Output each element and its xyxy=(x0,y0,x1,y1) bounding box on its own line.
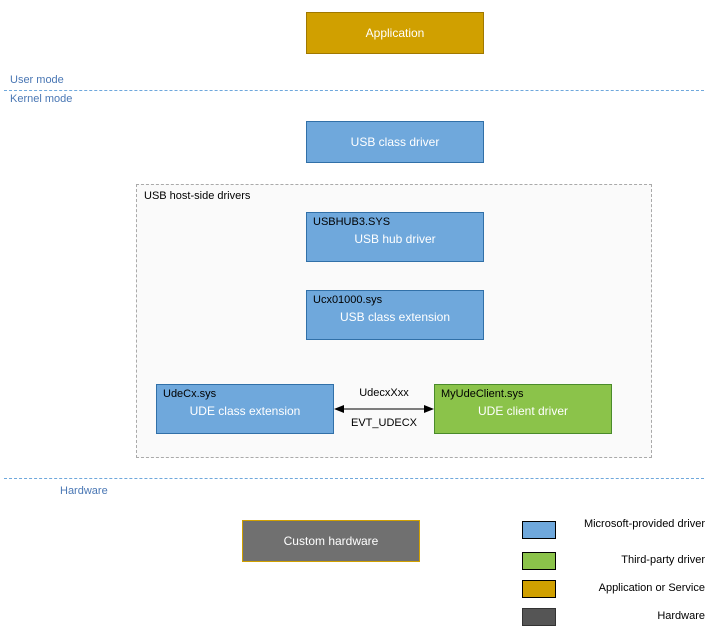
legend-hw-swatch xyxy=(522,608,556,626)
usbhub3-title: USBHUB3.SYS xyxy=(307,213,483,228)
usb-host-side-drivers-title: USB host-side drivers xyxy=(144,190,250,202)
ucx-label: USB class extension xyxy=(307,306,483,324)
ude-client-label: UDE client driver xyxy=(435,400,611,418)
legend-ms-swatch xyxy=(522,521,556,539)
arrow-bottom-label: EVT_UDECX xyxy=(334,417,434,429)
application-box: Application xyxy=(306,12,484,54)
udecx-title: UdeCx.sys xyxy=(157,385,333,400)
custom-hardware-label: Custom hardware xyxy=(243,534,419,548)
udecx-label: UDE class extension xyxy=(157,400,333,418)
kernel-mode-label: Kernel mode xyxy=(10,93,72,105)
mode-divider-line xyxy=(4,90,704,91)
usbhub3-label: USB hub driver xyxy=(307,228,483,246)
legend-tp-swatch xyxy=(522,552,556,570)
arrow-top-label: UdecxXxx xyxy=(334,387,434,399)
legend-hw-text: Hardware xyxy=(555,610,705,622)
ucx-title: Ucx01000.sys xyxy=(307,291,483,306)
custom-hardware-box: Custom hardware xyxy=(242,520,420,562)
legend-tp-text: Third-party driver xyxy=(555,554,705,566)
udecx-box: UdeCx.sys UDE class extension xyxy=(156,384,334,434)
application-label: Application xyxy=(307,26,483,40)
ude-client-box: MyUdeClient.sys UDE client driver xyxy=(434,384,612,434)
hardware-divider-line xyxy=(4,478,704,479)
ude-client-title: MyUdeClient.sys xyxy=(435,385,611,400)
hardware-mode-label: Hardware xyxy=(60,485,108,497)
usb-class-driver-box: USB class driver xyxy=(306,121,484,163)
usb-class-driver-label: USB class driver xyxy=(307,135,483,149)
legend-app-swatch xyxy=(522,580,556,598)
ucx-box: Ucx01000.sys USB class extension xyxy=(306,290,484,340)
bidirectional-arrow-icon xyxy=(334,402,434,416)
legend-ms-text: Microsoft-provided driver xyxy=(555,518,705,530)
legend-app-text: Application or Service xyxy=(555,582,705,594)
user-mode-label: User mode xyxy=(10,74,64,86)
usbhub3-box: USBHUB3.SYS USB hub driver xyxy=(306,212,484,262)
